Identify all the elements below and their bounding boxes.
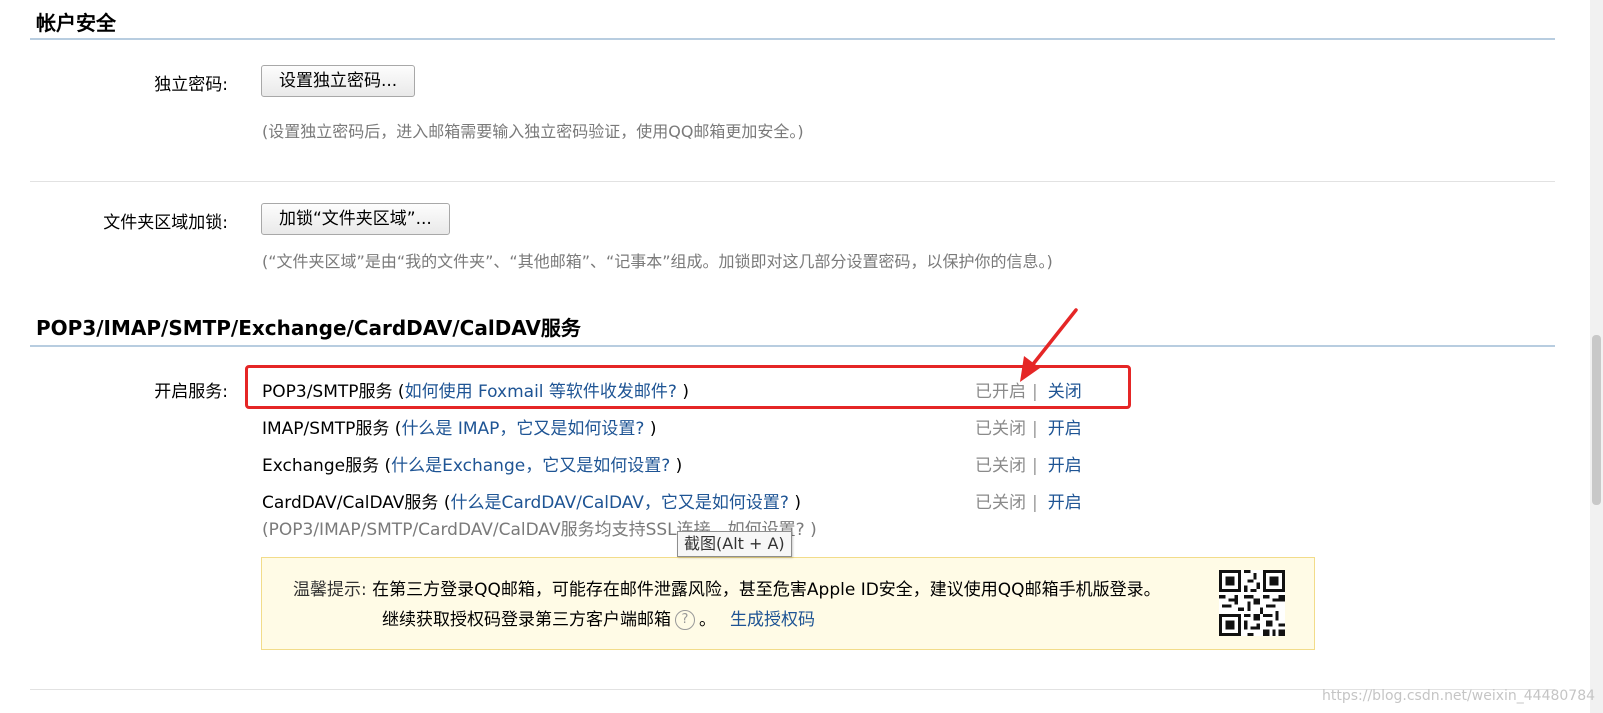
watermark: https://blog.csdn.net/weixin_44480784 <box>1322 688 1596 704</box>
lock-folder-area-button[interactable]: 加锁“文件夹区域”... <box>261 203 450 235</box>
set-independent-password-button[interactable]: 设置独立密码... <box>261 65 416 97</box>
warm-tip-box: 温馨提示: 在第三方登录QQ邮箱，可能存在邮件泄露风险，甚至危害Apple ID… <box>261 557 1315 650</box>
separator: | <box>1032 493 1038 513</box>
ssl-note-text: (POP3/IMAP/SMTP/CardDAV/CalDAV服务均支持SSL连接… <box>262 520 728 540</box>
service-toggle-link[interactable]: 开启 <box>1048 419 1082 439</box>
tip-label: 温馨提示: <box>293 580 367 600</box>
tip-line-2: 继续获取授权码登录第三方客户端邮箱?。生成授权码 <box>382 605 815 630</box>
row-divider <box>30 181 1555 182</box>
qr-code-icon <box>1219 570 1285 636</box>
settings-page: 帐户安全 独立密码: 设置独立密码... (设置独立密码后，进入邮箱需要输入独立… <box>0 0 1603 713</box>
service-status-imap: 已关闭 | 开启 <box>975 414 1082 439</box>
folder-lock-label: 文件夹区域加锁: <box>103 213 228 233</box>
service-name: Exchange服务 <box>262 456 380 476</box>
tip-text: 在第三方登录QQ邮箱，可能存在邮件泄露风险，甚至危害Apple ID安全，建议使… <box>372 580 1161 600</box>
paren: ( <box>379 456 392 476</box>
scrollbar-thumb[interactable] <box>1592 335 1601 505</box>
service-name: CardDAV/CalDAV服务 <box>262 493 439 513</box>
status-text: 已关闭 <box>975 419 1026 439</box>
services-title: POP3/IMAP/SMTP/Exchange/CardDAV/CalDAV服务 <box>36 316 581 340</box>
service-name: IMAP/SMTP服务 <box>262 419 390 439</box>
highlight-box <box>245 365 1131 409</box>
section-divider <box>30 38 1555 40</box>
independent-password-label: 独立密码: <box>154 75 228 95</box>
service-help-link[interactable]: 什么是Exchange，它又是如何设置? <box>391 456 670 476</box>
section-divider <box>30 345 1555 347</box>
generate-auth-code-link[interactable]: 生成授权码 <box>730 610 815 630</box>
service-toggle-link[interactable]: 开启 <box>1048 456 1082 476</box>
service-toggle-link[interactable]: 开启 <box>1048 493 1082 513</box>
folder-lock-hint: (“文件夹区域”是由“我的文件夹”、“其他邮箱”、“记事本”组成。加锁即对这几部… <box>262 252 1053 271</box>
paren: ) <box>670 456 683 476</box>
service-row-imap: IMAP/SMTP服务 (什么是 IMAP，它又是如何设置? ) <box>262 414 656 439</box>
tip-line-1: 温馨提示: 在第三方登录QQ邮箱，可能存在邮件泄露风险，甚至危害Apple ID… <box>293 575 1161 600</box>
tip-text-2: 继续获取授权码登录第三方客户端邮箱 <box>382 610 671 630</box>
service-status-exchange: 已关闭 | 开启 <box>975 451 1082 476</box>
paren: ) <box>788 493 801 513</box>
account-security-title: 帐户安全 <box>36 11 116 35</box>
paren: ( <box>389 419 402 439</box>
service-status-carddav: 已关闭 | 开启 <box>975 488 1082 513</box>
question-circle-icon[interactable]: ? <box>675 610 695 630</box>
separator: | <box>1032 419 1038 439</box>
separator: | <box>1032 456 1038 476</box>
status-text: 已关闭 <box>975 456 1026 476</box>
independent-password-hint: (设置独立密码后，进入邮箱需要输入独立密码验证，使用QQ邮箱更加安全。) <box>262 122 804 141</box>
paren: ) <box>804 520 817 540</box>
status-text: 已关闭 <box>975 493 1026 513</box>
enable-services-label: 开启服务: <box>154 382 228 402</box>
paren: ( <box>438 493 451 513</box>
tip-period: 。 <box>699 610 716 630</box>
service-help-link[interactable]: 什么是CardDAV/CalDAV，它又是如何设置? <box>450 493 788 513</box>
service-row-carddav: CardDAV/CalDAV服务 (什么是CardDAV/CalDAV，它又是如… <box>262 488 801 513</box>
service-row-exchange: Exchange服务 (什么是Exchange，它又是如何设置? ) <box>262 451 682 476</box>
service-help-link[interactable]: 什么是 IMAP，它又是如何设置? <box>401 419 644 439</box>
paren: ) <box>644 419 657 439</box>
screenshot-tooltip: 截图(Alt + A) <box>677 531 792 557</box>
